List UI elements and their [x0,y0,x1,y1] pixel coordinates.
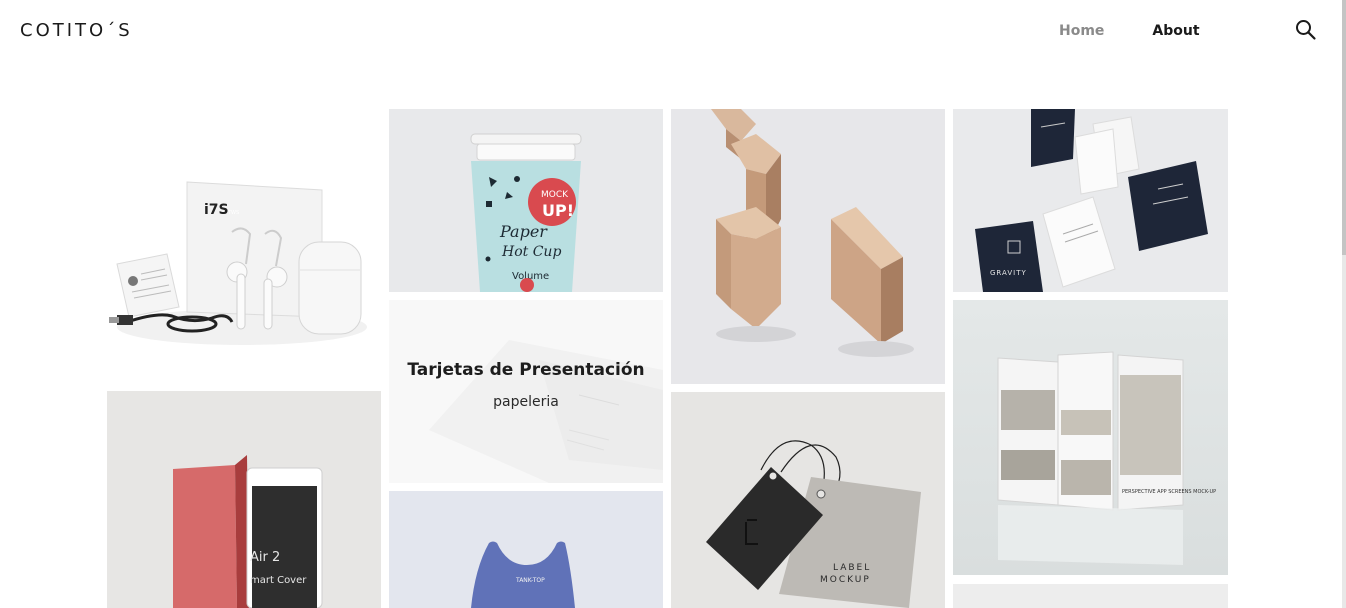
paper-cup-image: MOCK UP! Paper Hot Cup Volume [389,109,663,292]
gallery-tile-business-cards[interactable]: GRAVITY [953,109,1228,292]
wood-blocks-image [671,109,945,384]
gallery-tile-tarjetas[interactable]: Tarjetas de Presentación papeleria [389,300,663,483]
cup-text-hotcup: Hot Cup [501,244,561,260]
gallery-tile-partial[interactable] [953,584,1228,608]
gallery-tile-tablet[interactable]: Air 2 mart Cover [107,391,381,608]
gallery-tile-label-tag[interactable]: LABEL MOCKUP [671,392,945,608]
gallery-tile-tank-top[interactable]: TANK-TOP [389,491,663,608]
card-brand: GRAVITY [990,269,1027,277]
tablet-screen-text-1: Air 2 [250,550,280,565]
box-label: i7S [204,202,229,218]
cup-text-mock: MOCK [541,190,569,200]
tarjetas-subtitle: papeleria [493,393,559,410]
tablet-image: Air 2 mart Cover [107,391,381,608]
site-logo[interactable]: COTITO´S [20,20,133,41]
page-scrollbar[interactable] [1342,0,1346,608]
search-icon [1296,20,1316,40]
cup-text-paper: Paper [499,222,548,241]
tank-top-text: TANK-TOP [515,577,545,584]
search-button[interactable] [1295,19,1317,41]
tablet-screen-text-2: mart Cover [250,575,307,586]
label-tag-image: LABEL MOCKUP [671,392,945,608]
tank-top-image: TANK-TOP [389,491,663,608]
earbuds-image: i7S TWS [107,152,381,370]
cup-text-up: UP! [542,201,574,220]
tarjetas-overlay: Tarjetas de Presentación papeleria [389,300,663,483]
business-cards-image: GRAVITY [953,109,1228,292]
tag-text-1: LABEL [833,563,871,573]
tag-text-2: MOCKUP [820,575,871,585]
gallery-tile-paper-cup[interactable]: MOCK UP! Paper Hot Cup Volume [389,109,663,292]
gallery-tile-app-screens[interactable]: PERSPECTIVE APP SCREENS MOCK-UP [953,300,1228,575]
app-screens-image: PERSPECTIVE APP SCREENS MOCK-UP [953,300,1228,575]
scrollbar-thumb[interactable] [1342,0,1346,255]
tarjetas-title: Tarjetas de Presentación [407,359,645,380]
nav-home[interactable]: Home [1059,23,1104,39]
main-nav: Home About [1059,23,1200,39]
gallery-tile-wood-blocks[interactable] [671,109,945,384]
box-label-small: TWS [227,210,239,216]
nav-about[interactable]: About [1152,23,1199,39]
app-screens-caption: PERSPECTIVE APP SCREENS MOCK-UP [1122,489,1216,495]
gallery-tile-earbuds[interactable]: i7S TWS [107,152,381,370]
